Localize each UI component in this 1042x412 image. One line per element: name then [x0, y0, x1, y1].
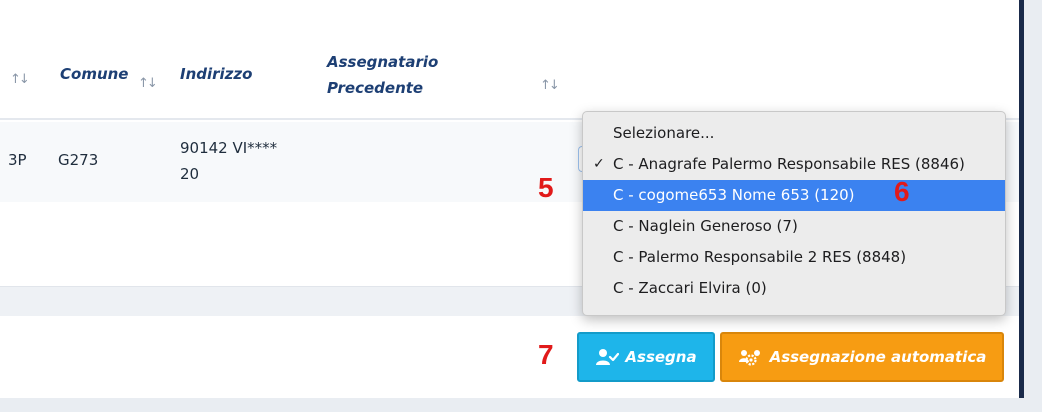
option-label: C - Anagrafe Palermo Responsabile RES (8… [613, 155, 965, 173]
sort-icon[interactable]: ↑↓ [138, 76, 158, 91]
cell-indirizzo-line2: 20 [180, 165, 200, 183]
annotation-marker-5: 5 [538, 172, 554, 203]
assegna-label: Assegna [625, 348, 697, 366]
sort-icon[interactable]: ↑↓ [10, 72, 30, 87]
sort-icon[interactable]: ↑↓ [540, 78, 560, 93]
window-border [1019, 0, 1024, 412]
table-header: ↑↓ Comune ↑↓ Indirizzo Assegnatario Prec… [0, 0, 1019, 120]
cell-fragment: 3P [8, 151, 27, 169]
option-label: C - Palermo Responsabile 2 RES (8848) [613, 248, 907, 266]
header-assegnatario-line2[interactable]: Precedente [327, 76, 423, 100]
dropdown-option[interactable]: C - Naglein Generoso (7) [583, 211, 1005, 242]
users-gear-icon [738, 348, 764, 366]
assegnazione-automatica-label: Assegnazione automatica [769, 348, 987, 366]
dropdown-option[interactable]: ✓ C - Anagrafe Palermo Responsabile RES … [583, 149, 1005, 180]
dropdown-option[interactable]: C - Zaccari Elvira (0) [583, 273, 1005, 304]
dropdown-option-highlighted[interactable]: C - cogome653 Nome 653 (120) [583, 180, 1005, 211]
option-label: Selezionare... [613, 124, 715, 142]
checkmark-icon: ✓ [593, 156, 605, 172]
option-label: C - cogome653 Nome 653 (120) [613, 186, 855, 204]
annotation-marker-7: 7 [538, 339, 554, 370]
header-assegnatario-line1[interactable]: Assegnatario [327, 50, 438, 74]
cell-comune: G273 [58, 151, 99, 169]
annotation-marker-6: 6 [894, 176, 910, 207]
dropdown-option-placeholder[interactable]: Selezionare... [583, 118, 1005, 149]
assignee-dropdown[interactable]: Selezionare... ✓ C - Anagrafe Palermo Re… [582, 111, 1006, 316]
option-label: C - Naglein Generoso (7) [613, 217, 798, 235]
dropdown-option[interactable]: C - Palermo Responsabile 2 RES (8848) [583, 242, 1005, 273]
assegnazione-automatica-button[interactable]: Assegnazione automatica [720, 332, 1004, 382]
table-card: ↑↓ Comune ↑↓ Indirizzo Assegnatario Prec… [0, 0, 1020, 398]
user-check-icon [595, 348, 620, 366]
assegna-button[interactable]: Assegna [577, 332, 715, 382]
header-indirizzo[interactable]: Indirizzo [180, 62, 252, 86]
page-background [0, 398, 1024, 412]
header-comune[interactable]: Comune [60, 62, 128, 86]
option-label: C - Zaccari Elvira (0) [613, 279, 767, 297]
cell-indirizzo-line1: 90142 VI**** [180, 139, 278, 157]
